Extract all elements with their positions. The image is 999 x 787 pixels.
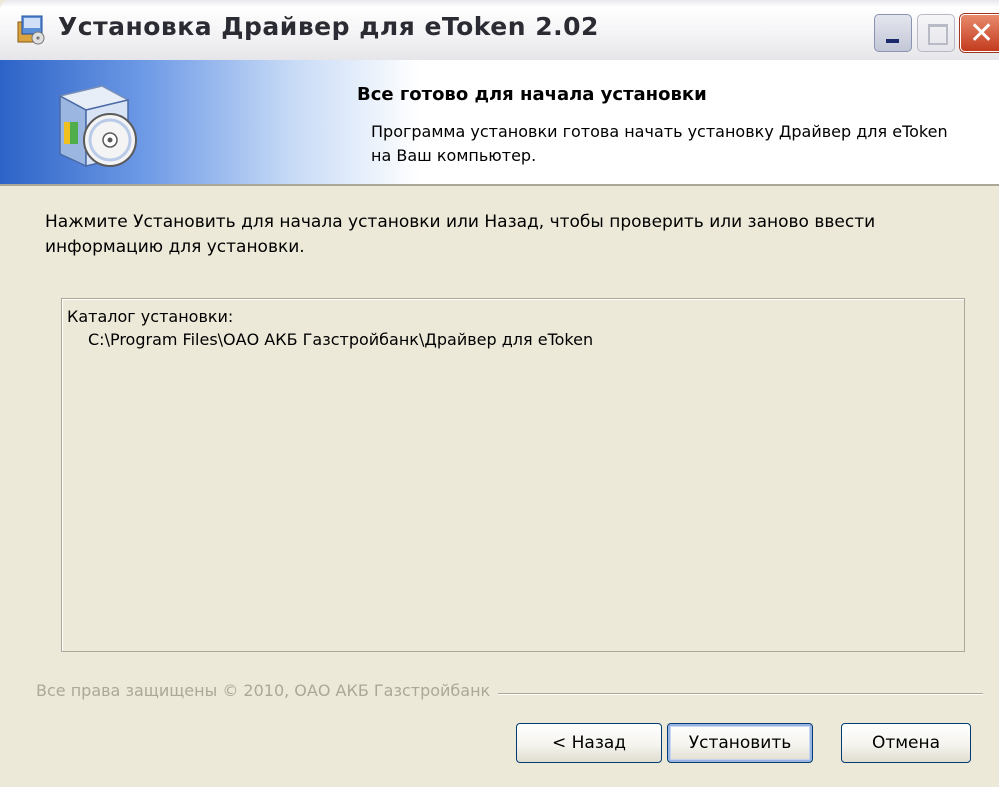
title-bar[interactable]: Установка Драйвер для eToken 2.02 ✕ (0, 0, 999, 60)
header-banner: Все готово для начала установки Программ… (0, 60, 999, 186)
copyright-text: Все права защищены © 2010, ОАО АКБ Газст… (36, 681, 499, 700)
minimize-button[interactable] (874, 14, 912, 52)
copyright-row: Все права защищены © 2010, ОАО АКБ Газст… (36, 681, 986, 705)
banner-heading: Все готово для начала установки (357, 84, 707, 105)
install-summary-box[interactable]: Каталог установки: C:\Program Files\ОАО … (61, 298, 965, 652)
install-folder-label: Каталог установки: (67, 307, 234, 326)
installer-box-cd-icon (57, 85, 137, 168)
back-button[interactable]: < Назад (516, 723, 662, 763)
close-button[interactable]: ✕ (960, 14, 999, 52)
cancel-button[interactable]: Отмена (841, 723, 971, 763)
window-title: Установка Драйвер для eToken 2.02 (58, 12, 599, 41)
installer-window: Установка Драйвер для eToken 2.02 ✕ Все … (0, 0, 999, 787)
banner-description: Программа установки готова начать устано… (371, 122, 948, 165)
installer-icon (17, 15, 45, 45)
maximize-button[interactable] (917, 14, 955, 52)
instructions-text: Нажмите Установить для начала установки … (45, 212, 876, 257)
close-icon: ✕ (969, 16, 995, 51)
install-button[interactable]: Установить (667, 723, 813, 763)
install-folder-path: C:\Program Files\ОАО АКБ Газстройбанк\Др… (88, 330, 594, 349)
